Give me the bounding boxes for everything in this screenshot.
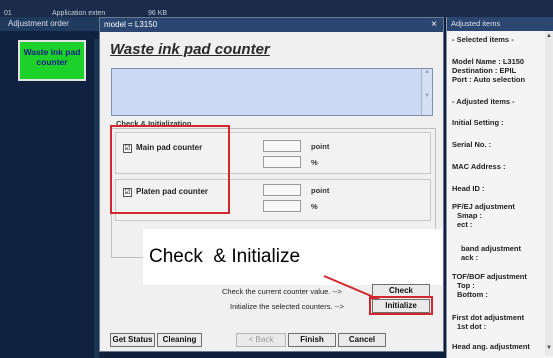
platen-pad-point-unit: point <box>311 186 330 195</box>
main-pad-percent-unit: % <box>311 158 318 167</box>
band-adjustment: band adjustment <box>461 244 522 253</box>
bof-bottom: Bottom : <box>457 290 488 299</box>
tof-bof-adjustment: TOF/BOF adjustment <box>452 272 527 281</box>
cleaning-button[interactable]: Cleaning <box>157 333 202 347</box>
background-app-strip: 01 Application exten 96 KB <box>0 0 553 18</box>
destination: Destination : EPIL <box>452 66 517 75</box>
close-icon[interactable]: × <box>431 18 437 32</box>
main-pad-point-unit: point <box>311 142 330 151</box>
model-name: Model Name : L3150 <box>452 57 525 66</box>
message-area: ▲ ▼ <box>111 68 433 116</box>
finish-button[interactable]: Finish <box>288 333 336 347</box>
cancel-button[interactable]: Cancel <box>338 333 386 347</box>
platen-pad-point-value <box>263 184 301 196</box>
mac-address: MAC Address : <box>452 162 506 171</box>
first-dot-adjustment: First dot adjustment <box>452 313 525 322</box>
back-button[interactable]: < Back <box>236 333 286 347</box>
waste-ink-pad-counter-item[interactable]: Waste ink pad counter <box>18 40 86 81</box>
platen-pad-percent-unit: % <box>311 202 318 211</box>
waste-ink-dialog: model = L3150 × Waste ink pad counter ▲ ▼… <box>99 17 444 352</box>
dialog-titlebar: model = L3150 × <box>100 18 443 32</box>
counters-highlight <box>110 125 230 214</box>
serial-no: Serial No. : <box>452 140 492 149</box>
message-scrollbar[interactable]: ▲ ▼ <box>421 69 432 115</box>
adjusted-items-header: Adjusted items <box>447 17 553 31</box>
tof-top: Top : <box>457 281 475 290</box>
scroll-down-icon[interactable]: ▼ <box>546 345 552 351</box>
head-id: Head ID : <box>452 184 485 193</box>
get-status-button[interactable]: Get Status <box>110 333 155 347</box>
adjustment-order-header: Adjustment order <box>0 17 102 31</box>
scroll-up-icon[interactable]: ▲ <box>546 33 552 39</box>
smap: Smap : <box>457 211 483 220</box>
adjusted-items-pane: Adjusted items - Selected items - Model … <box>446 17 553 358</box>
main-pad-percent-value <box>263 156 301 168</box>
adjustment-order-pane: Adjustment order Waste ink pad counter <box>0 17 104 358</box>
check-instruction: Check the current counter value. --> <box>222 287 342 296</box>
eject: ect : <box>457 220 473 229</box>
instruction-overlay: Check & Initialize <box>143 229 442 285</box>
first-dot: 1st dot : <box>457 322 487 331</box>
initial-setting: Initial Setting : <box>452 118 504 127</box>
adjusted-items-scrollbar[interactable]: ▲ ▼ <box>545 31 553 356</box>
dialog-title: model = L3150 <box>104 20 158 29</box>
initialize-highlight <box>369 296 433 315</box>
band-back: ack : <box>461 253 479 262</box>
pf-ej-adjustment: PF/EJ adjustment <box>452 202 515 211</box>
port: Port : Auto selection <box>452 75 526 84</box>
adjusted-items-heading: - Adjusted items - <box>452 97 515 106</box>
selected-items-heading: - Selected items - <box>452 35 514 44</box>
platen-pad-percent-value <box>263 200 301 212</box>
head-angle-adjustment: Head ang. adjustment <box>452 342 530 351</box>
initialize-instruction: Initialize the selected counters. --> <box>230 302 345 311</box>
page-title: Waste ink pad counter <box>110 41 270 58</box>
main-pad-point-value <box>263 140 301 152</box>
